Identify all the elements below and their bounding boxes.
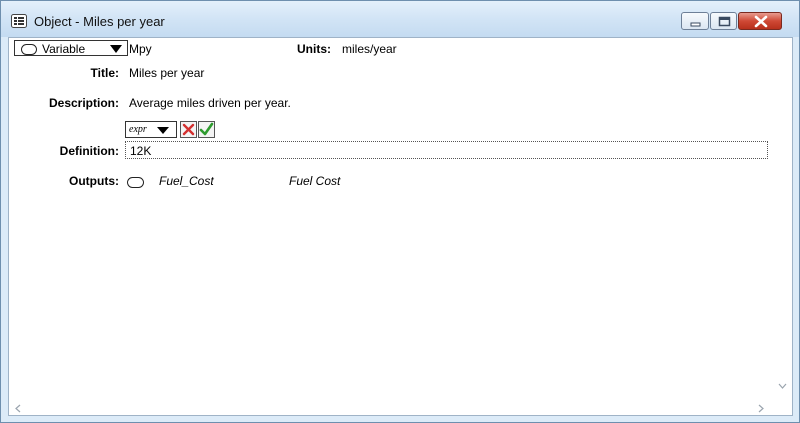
outputs-label: Outputs: (69, 174, 119, 188)
description-field[interactable]: Average miles driven per year. (129, 96, 291, 110)
class-dropdown-value: Variable (42, 42, 86, 56)
definition-type-value: expr (129, 124, 147, 135)
variable-oval-icon (127, 177, 144, 188)
window-title: Object - Miles per year (34, 14, 165, 29)
title-bar[interactable]: Object - Miles per year (1, 1, 799, 37)
output-identifier-link[interactable]: Fuel_Cost (159, 174, 214, 188)
title-field[interactable]: Miles per year (129, 66, 204, 80)
cancel-x-icon (182, 123, 195, 136)
close-button[interactable] (738, 12, 782, 30)
accept-definition-button[interactable] (198, 121, 215, 138)
maximize-button[interactable] (710, 12, 737, 30)
dropdown-arrow-icon (157, 127, 169, 134)
dropdown-arrow-icon (110, 45, 122, 53)
minimize-button[interactable] (681, 12, 709, 30)
class-dropdown[interactable]: Variable (14, 40, 128, 56)
vertical-scrollbar[interactable] (773, 38, 792, 400)
description-label: Description: (48, 96, 119, 110)
size-grip[interactable] (773, 400, 792, 415)
maximize-icon (718, 16, 731, 27)
units-field[interactable]: miles/year (342, 42, 397, 56)
object-window: Object - Miles per year Variable Mpy Uni… (0, 0, 800, 423)
cancel-definition-button[interactable] (180, 121, 197, 138)
object-editor-panel: Variable Mpy Units: miles/year Title: Mi… (8, 37, 793, 416)
title-label: Title: (90, 66, 119, 80)
window-app-icon[interactable] (11, 14, 27, 28)
accept-check-icon (199, 122, 214, 136)
scroll-down-icon[interactable] (778, 383, 787, 389)
scroll-left-icon[interactable] (15, 404, 21, 413)
minimize-icon (690, 22, 701, 27)
definition-label: Definition: (59, 144, 119, 158)
identifier-field[interactable]: Mpy (129, 42, 152, 56)
variable-oval-icon (21, 44, 37, 55)
scroll-right-icon[interactable] (758, 404, 764, 413)
definition-type-dropdown[interactable]: expr (125, 121, 177, 138)
definition-input[interactable]: 12K (125, 141, 768, 159)
output-title-link[interactable]: Fuel Cost (289, 174, 340, 188)
units-label: Units: (297, 42, 331, 56)
close-icon (754, 15, 768, 28)
horizontal-scrollbar[interactable] (9, 400, 773, 415)
